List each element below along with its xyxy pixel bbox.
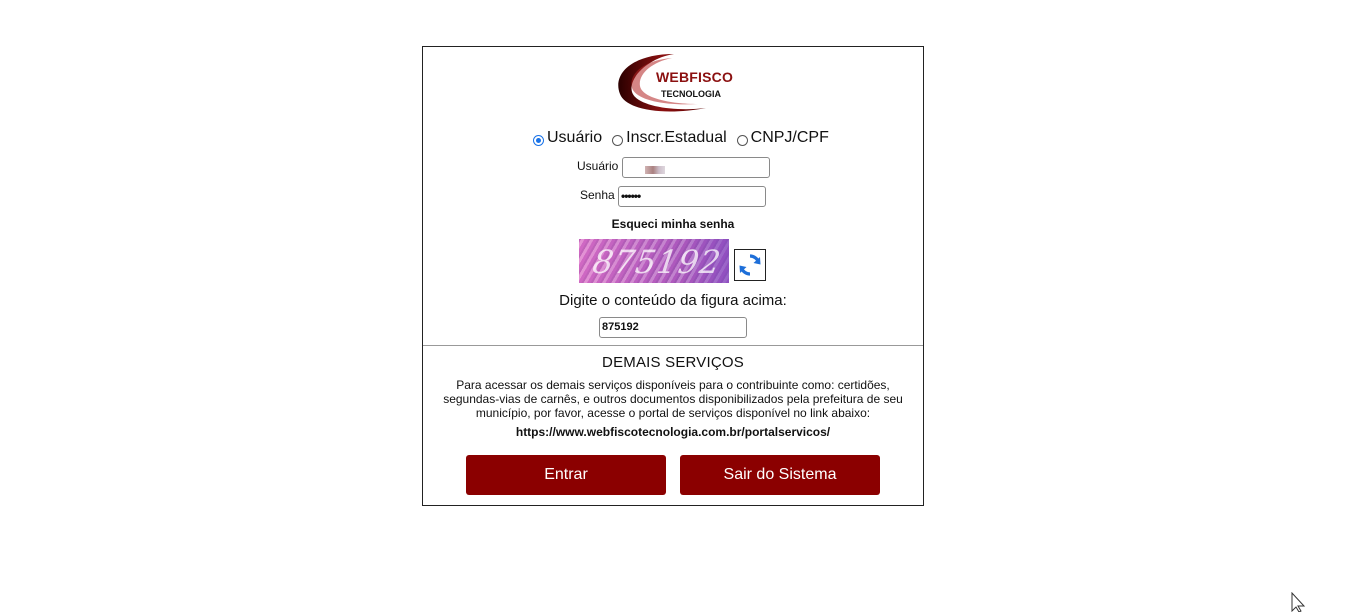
forgot-password-link[interactable]: Esqueci minha senha xyxy=(423,217,923,231)
logo-brand-subtitle: TECNOLOGIA xyxy=(661,89,721,99)
captcha-refresh-button[interactable] xyxy=(734,249,766,281)
captcha-input[interactable]: 875192 xyxy=(599,317,747,338)
captcha-input-value: 875192 xyxy=(602,321,639,333)
webfisco-logo: WEBFISCO TECNOLOGIA xyxy=(614,52,736,116)
radio-button-inscr-estadual[interactable] xyxy=(612,134,624,146)
services-portal-link[interactable]: https://www.webfiscotecnologia.com.br/po… xyxy=(423,425,923,439)
refresh-icon xyxy=(737,252,763,278)
radio-button-cnpj-cpf[interactable] xyxy=(736,134,748,146)
captcha-instruction: Digite o conteúdo da figura acima: xyxy=(559,292,787,309)
user-input[interactable] xyxy=(622,157,770,178)
section-divider xyxy=(423,345,923,346)
user-input-value-redacted xyxy=(645,166,665,174)
radio-option-inscr-estadual[interactable]: Inscr.Estadual xyxy=(610,129,727,147)
enter-button[interactable]: Entrar xyxy=(466,455,666,495)
radio-option-usuario[interactable]: Usuário xyxy=(531,129,602,147)
password-field-label: Senha xyxy=(580,188,615,202)
login-panel: WEBFISCO TECNOLOGIA Usuário Inscr.Estadu… xyxy=(422,46,924,506)
password-input-value: •••••• xyxy=(621,189,641,203)
services-description: Para acessar os demais serviços disponív… xyxy=(443,378,903,420)
services-title: DEMAIS SERVIÇOS xyxy=(602,354,744,371)
exit-system-button[interactable]: Sair do Sistema xyxy=(680,455,880,495)
user-field-label: Usuário xyxy=(577,159,619,173)
radio-button-usuario[interactable] xyxy=(533,134,544,146)
captcha-image-text: 875192 xyxy=(590,243,724,281)
radio-label-cnpj-cpf: CNPJ/CPF xyxy=(750,129,829,146)
radio-label-inscr-estadual: Inscr.Estadual xyxy=(626,129,727,146)
logo-brand-name: WEBFISCO xyxy=(656,69,734,85)
radio-label-usuario: Usuário xyxy=(547,129,603,146)
login-type-selector: Usuário Inscr.Estadual CNPJ/CPF xyxy=(531,127,837,149)
captcha-image: 875192 xyxy=(579,239,729,283)
password-input[interactable]: •••••• xyxy=(618,186,766,207)
mouse-pointer-icon xyxy=(1291,592,1306,612)
radio-option-cnpj-cpf[interactable]: CNPJ/CPF xyxy=(735,129,829,147)
